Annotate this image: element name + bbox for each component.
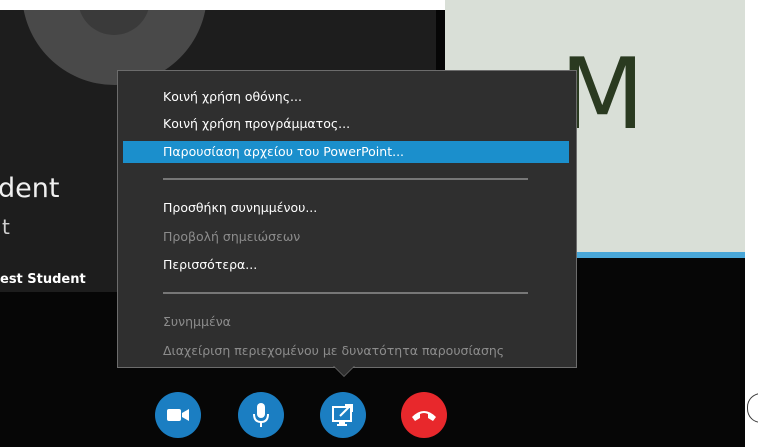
participant-label: est Student [0, 272, 86, 287]
present-button[interactable] [320, 392, 366, 438]
hang-up-button[interactable] [401, 392, 447, 438]
menu-item-share-screen[interactable]: Κοινή χρήση οθόνης... [163, 86, 302, 108]
hang-up-phone-icon [411, 408, 437, 422]
menu-item-present-powerpoint[interactable]: Παρουσίαση αρχείου του PowerPoint... [123, 141, 569, 163]
participant-subtext: t [2, 215, 10, 239]
video-button[interactable] [155, 392, 201, 438]
microphone-button[interactable] [238, 392, 284, 438]
present-screen-icon [332, 404, 354, 426]
menu-separator [163, 292, 528, 294]
menu-item-add-attachment[interactable]: Προσθήκη συνημμένου... [163, 197, 317, 219]
participant-name: dent [0, 173, 60, 204]
menu-pointer-fill [334, 366, 354, 376]
microphone-icon [253, 403, 269, 427]
menu-separator [163, 178, 528, 180]
menu-item-attachments: Συνημμένα [163, 314, 231, 329]
menu-item-share-program[interactable]: Κοινή χρήση προγράμματος... [163, 113, 350, 135]
menu-item-more[interactable]: Περισσότερα... [163, 254, 257, 276]
more-options-edge[interactable] [747, 393, 758, 423]
menu-item-view-notes: Προβολή σημειώσεων [163, 229, 301, 244]
video-camera-icon [167, 407, 189, 423]
menu-item-manage-presentable-content: Διαχείριση περιεχομένου με δυνατότητα πα… [163, 343, 505, 358]
